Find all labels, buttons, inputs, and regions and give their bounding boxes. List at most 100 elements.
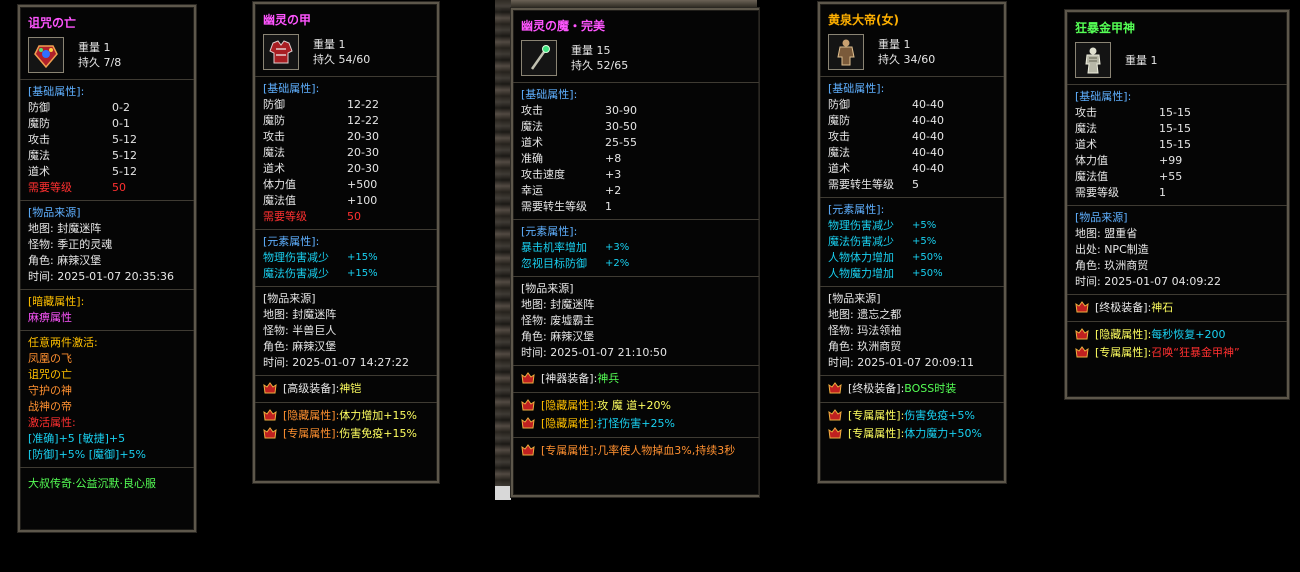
special-attr-row: [专属属性]: 体力魔力+50% <box>828 425 996 443</box>
element-row: 忽视目标防御 +2% <box>521 257 630 270</box>
attr-row: 道术 15-15 <box>1075 138 1191 151</box>
golden-armor-god-icon <box>1075 42 1111 78</box>
set-bonus: [准确]+5 [敏捷]+5 <box>28 432 126 445</box>
weight-text: 重量 1 <box>78 41 111 54</box>
equip-grade-row: [高级装备]: 神铠 <box>263 380 429 398</box>
set-bonus: [防御]+5% [魔御]+5% <box>28 448 146 461</box>
item-title: 黄泉大帝(女) <box>828 13 899 27</box>
weight-text: 重量 15 <box>571 44 611 57</box>
source-time: 时间: 2025-01-07 20:35:36 <box>28 270 175 283</box>
demon-badge-icon <box>521 372 535 386</box>
set-item: 诅咒の亡 <box>28 368 72 381</box>
necklace-icon <box>28 37 64 73</box>
base-attr-label: [基础属性]: <box>521 88 578 101</box>
equip-grade-row: [终极装备]: 神石 <box>1075 299 1279 317</box>
source-character: 角色: 麻辣汉堡 <box>28 254 102 267</box>
demon-badge-icon <box>1075 328 1089 342</box>
attr-row: 魔法 15-15 <box>1075 122 1191 135</box>
set-item: 守护の神 <box>28 384 72 397</box>
demon-badge-icon <box>828 427 842 441</box>
source-label: [物品来源] <box>28 206 81 219</box>
attr-row: 道术 5-12 <box>28 165 137 178</box>
attr-row: 魔法值 +55 <box>1075 170 1183 183</box>
special-attr-row: [专属属性]: 召唤“狂暴金甲神” <box>1075 344 1279 362</box>
attr-row: 魔法 40-40 <box>828 146 944 159</box>
demon-badge-icon <box>521 444 535 458</box>
attr-row: 防御 0-2 <box>28 101 130 114</box>
source-map: 地图: 封魔迷阵 <box>263 308 337 321</box>
attr-row: 魔防 0-1 <box>28 117 130 130</box>
attr-row: 体力值 +500 <box>263 178 378 191</box>
weight-text: 重量 1 <box>878 38 911 51</box>
base-attr-label: [基础属性]: <box>263 82 320 95</box>
demon-badge-icon <box>828 409 842 423</box>
source-label: [物品来源] <box>1075 211 1128 224</box>
item-title: 幽灵の甲 <box>263 13 312 27</box>
source-monster: 怪物: 玛法领袖 <box>828 324 902 337</box>
element-row: 人物体力增加 +50% <box>828 251 943 264</box>
element-row: 物理伤害减少 +15% <box>263 251 378 264</box>
source-map: 地图: 盟重省 <box>1075 227 1138 240</box>
item-tooltip-3: 幽灵の魔・完美 重量 15 持久 52/65 [基础属性]: 攻击 30-90 魔… <box>511 8 759 497</box>
equip-grade-row: [终极装备]: BOSS时装 <box>828 380 996 398</box>
item-tooltip-5: 狂暴金甲神 重量 1 [基础属性]: 攻击 15-15 魔法 15-15 道术 15-… <box>1065 10 1289 399</box>
attr-row: 攻击 5-12 <box>28 133 137 146</box>
demon-badge-icon <box>828 382 842 396</box>
hidden-attr-row: [隐藏属性]: 打怪伤害+25% <box>521 415 751 433</box>
attr-row: 攻击 30-90 <box>521 104 637 117</box>
level-requirement: 需要等级 50 <box>263 210 361 223</box>
source-time: 时间: 2025-01-07 04:09:22 <box>1075 275 1222 288</box>
attr-row: 攻击速度 +3 <box>521 168 622 181</box>
source-label: [物品来源] <box>828 292 881 305</box>
demon-badge-icon <box>521 399 535 413</box>
rebirth-requirement: 需要转生等级 5 <box>828 178 919 191</box>
attr-row: 道术 25-55 <box>521 136 637 149</box>
source-time: 时间: 2025-01-07 20:09:11 <box>828 356 975 369</box>
attr-row: 体力值 +99 <box>1075 154 1183 167</box>
weight-text: 重量 1 <box>1125 53 1158 67</box>
special-attr-row: [专属属性]: 伤害免疫+5% <box>828 407 996 425</box>
armor-icon <box>263 34 299 70</box>
source-map: 地图: 封魔迷阵 <box>28 222 102 235</box>
hidden-attr-value: 麻痹属性 <box>28 311 72 324</box>
item-tooltip-2: 幽灵の甲 重量 1 持久 54/60 [基础属性]: 防御 12-22 魔防 12-… <box>253 2 439 483</box>
item-title: 幽灵の魔・完美 <box>521 19 606 33</box>
hidden-attr-row: [隐藏属性]: 攻 魔 道+20% <box>521 397 751 415</box>
attr-row: 防御 40-40 <box>828 98 944 111</box>
source-character: 角色: 麻辣汉堡 <box>263 340 337 353</box>
durability-text: 持久 52/65 <box>571 59 629 72</box>
attr-row: 魔法 20-30 <box>263 146 379 159</box>
staff-icon <box>521 40 557 76</box>
source-monster: 怪物: 季正的灵魂 <box>28 238 113 251</box>
item-title: 诅咒の亡 <box>28 16 77 30</box>
durability-text: 持久 54/60 <box>313 53 371 66</box>
source-character: 角色: 玖洲商贸 <box>1075 259 1149 272</box>
source-map: 地图: 遗忘之都 <box>828 308 902 321</box>
source-origin: 出处: NPC制造 <box>1075 243 1149 256</box>
element-row: 人物魔力增加 +50% <box>828 267 943 280</box>
server-footer: 大叔传奇·公益沉默·良心服 <box>28 477 156 490</box>
attr-row: 攻击 40-40 <box>828 130 944 143</box>
fashion-armor-icon <box>828 34 864 70</box>
durability-text: 持久 7/8 <box>78 56 122 69</box>
source-character: 角色: 玖洲商贸 <box>828 340 902 353</box>
item-tooltip-4: 黄泉大帝(女) 重量 1 持久 34/60 [基础属性]: 防御 40-40 魔防… <box>818 2 1006 483</box>
special-attr-row: [专属属性]: 伤害免疫+15% <box>263 425 429 443</box>
source-monster: 怪物: 废墟霸主 <box>521 314 595 327</box>
source-time: 时间: 2025-01-07 14:27:22 <box>263 356 410 369</box>
source-time: 时间: 2025-01-07 21:10:50 <box>521 346 668 359</box>
attr-row: 魔法 30-50 <box>521 120 637 133</box>
attr-row: 魔法 5-12 <box>28 149 137 162</box>
item-title: 狂暴金甲神 <box>1075 21 1136 35</box>
source-label: [物品来源] <box>521 282 574 295</box>
element-attr-label: [元素属性]: <box>263 235 320 248</box>
hidden-attr-label: [暗藏属性]: <box>28 295 85 308</box>
demon-badge-icon <box>263 382 277 396</box>
equip-grade-row: [神器装备]: 神兵 <box>521 370 751 388</box>
durability-text: 持久 34/60 <box>878 53 936 66</box>
demon-badge-icon <box>263 409 277 423</box>
attr-row: 幸运 +2 <box>521 184 622 197</box>
base-attr-label: [基础属性]: <box>828 82 885 95</box>
level-requirement: 需要等级 1 <box>1075 186 1166 199</box>
level-requirement: 需要等级 50 <box>28 181 126 194</box>
